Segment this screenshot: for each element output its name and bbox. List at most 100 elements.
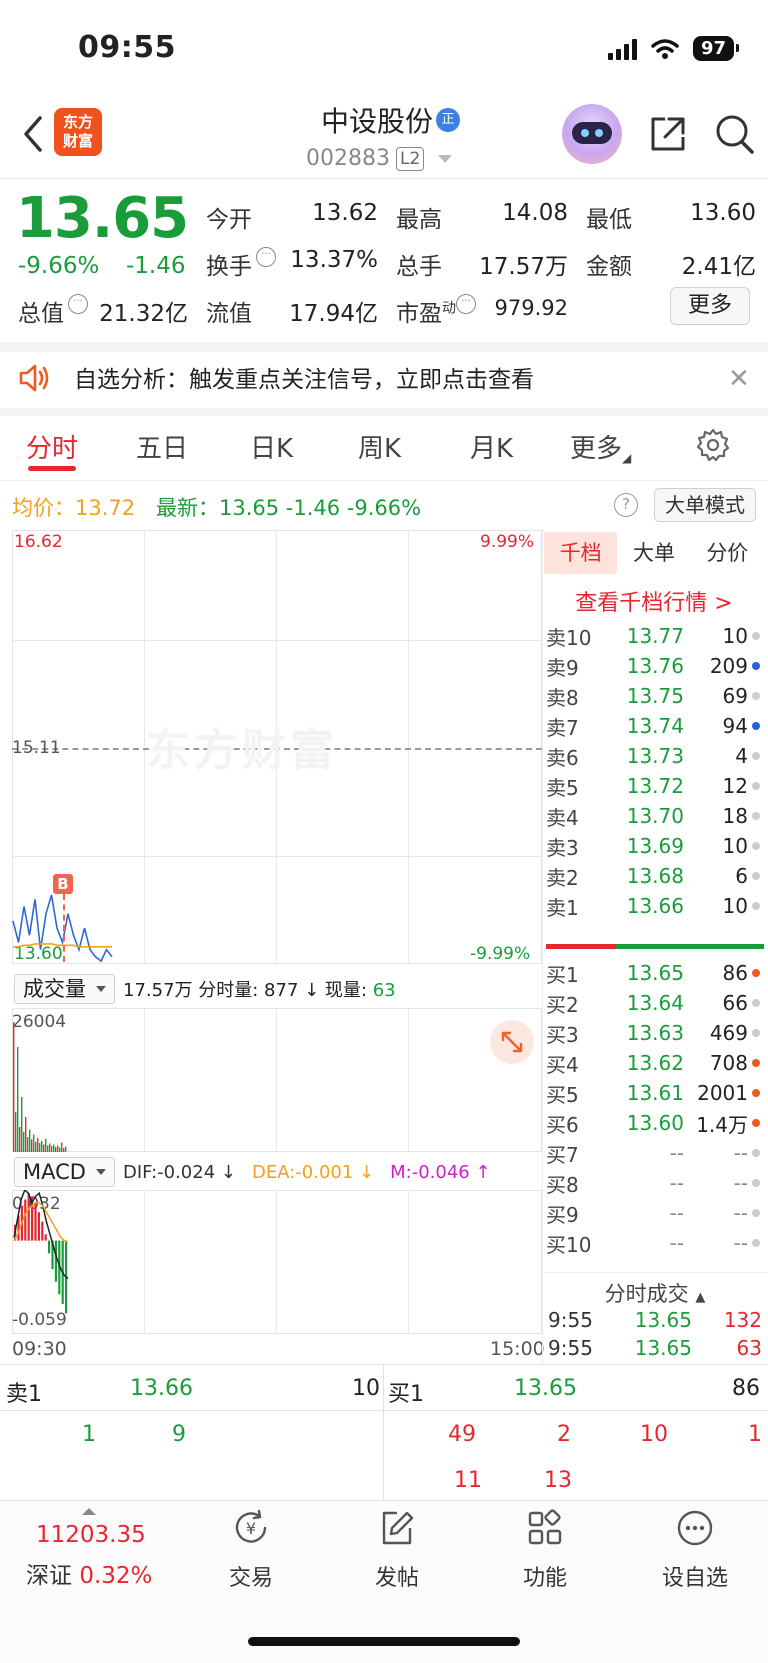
tab-intraday[interactable]: 分时 (26, 428, 78, 465)
bid-volume: 708 (709, 1051, 748, 1075)
index-expand-caret-icon[interactable] (82, 1508, 96, 1515)
info-dots-icon[interactable]: ··· (256, 247, 276, 267)
bid-price: -- (669, 1201, 684, 1225)
float-cap-label: 流值 (206, 301, 252, 327)
ask-level: 卖7 (546, 715, 579, 740)
search-icon[interactable] (714, 112, 756, 156)
order-dot-icon (752, 1209, 760, 1217)
bid-row[interactable]: 买1 13.65 86 (546, 958, 764, 988)
share-icon[interactable] (647, 113, 689, 155)
pe-value: 979.92 (494, 296, 568, 320)
bid-row[interactable]: 买9 -- -- (546, 1198, 764, 1228)
edit-icon (382, 1511, 414, 1545)
depth-tab-price-dist[interactable]: 分价 (691, 532, 764, 574)
ask-row[interactable]: 卖4 13.70 18 (546, 801, 764, 831)
order-dot-icon (752, 1179, 760, 1187)
volume-bar (29, 1129, 31, 1152)
order-dot-icon (752, 752, 760, 760)
nav-post[interactable]: 发帖 (342, 1508, 452, 1592)
tab-daily-k[interactable]: 日K (250, 428, 293, 465)
high-value: 14.08 (502, 200, 568, 226)
stock-code-selector[interactable]: 002883 L2 (306, 146, 453, 171)
order-dot-icon (752, 1119, 760, 1127)
speaker-icon (19, 364, 49, 392)
tick-volume: 132 (723, 1308, 762, 1332)
ask-level: 卖1 (546, 895, 579, 920)
ai-assistant-face-icon (572, 122, 612, 144)
bid-row[interactable]: 买5 13.61 2001 (546, 1078, 764, 1108)
ask-row[interactable]: 卖7 13.74 94 (546, 711, 764, 741)
more-quote-button[interactable]: 更多 (670, 287, 750, 325)
ask-volume: 209 (709, 654, 748, 678)
index-name[interactable]: 深证 0.32% (26, 1556, 152, 1590)
tick-time: 9:55 (548, 1336, 593, 1360)
cellular-signal-icon (607, 38, 637, 60)
view-1000-level-link[interactable]: 查看千档行情 > (544, 585, 764, 617)
bid-row[interactable]: 买4 13.62 708 (546, 1048, 764, 1078)
latest-price-summary: 最新：13.65 -1.46 -9.66% (156, 496, 422, 520)
help-icon[interactable]: ? (614, 493, 638, 517)
battery-indicator: 97 (692, 36, 740, 61)
tab-five-day[interactable]: 五日 (136, 428, 188, 465)
order-dot-icon (752, 692, 760, 700)
ask-row[interactable]: 卖6 13.73 4 (546, 741, 764, 771)
volume-bar (31, 1139, 33, 1152)
nav-functions[interactable]: 功能 (490, 1508, 600, 1592)
more-dots-icon (677, 1510, 713, 1546)
ask-price: 13.72 (626, 774, 684, 798)
ask-level: 卖8 (546, 685, 579, 710)
bid-row[interactable]: 买2 13.64 66 (546, 988, 764, 1018)
gear-icon[interactable] (696, 428, 730, 462)
bid-row[interactable]: 买6 13.60 1.4万 (546, 1108, 764, 1138)
ask-row[interactable]: 卖5 13.72 12 (546, 771, 764, 801)
volume-bar (41, 1141, 43, 1152)
macd-histogram-bar (24, 1199, 27, 1241)
tab-weekly-k[interactable]: 周K (358, 428, 401, 465)
bid-row[interactable]: 买8 -- -- (546, 1168, 764, 1198)
ask-volume: 4 (735, 744, 748, 768)
ask-row[interactable]: 卖2 13.68 6 (546, 861, 764, 891)
bid-row[interactable]: 买7 -- -- (546, 1138, 764, 1168)
depth-tab-big-order[interactable]: 大单 (617, 532, 690, 574)
depth-divider (542, 530, 543, 1364)
nav-add-watchlist[interactable]: 设自选 (640, 1508, 750, 1592)
ask-price: 13.77 (626, 624, 684, 648)
high-label: 最高 (396, 207, 442, 233)
volume-bar (49, 1143, 51, 1152)
tab-more[interactable]: 更多◢ (570, 428, 631, 465)
bid-queue-item: 10 (640, 1422, 668, 1447)
big-order-mode-button[interactable]: 大单模式 (654, 488, 756, 522)
ask-row[interactable]: 卖3 13.69 10 (546, 831, 764, 861)
alert-text: 自选分析：触发重点关注信号，立即点击查看 (74, 367, 534, 393)
tab-monthly-k[interactable]: 月K (470, 428, 513, 465)
dropdown-caret-icon (438, 154, 453, 163)
depth-tab-1000[interactable]: 千档 (544, 532, 618, 574)
ask-row[interactable]: 卖1 13.66 10 (546, 891, 764, 921)
ask-row[interactable]: 卖10 13.77 10 (546, 621, 764, 651)
bid-level: 买7 (546, 1142, 579, 1167)
close-icon[interactable]: ✕ (728, 364, 750, 394)
expand-chart-button[interactable] (490, 1020, 534, 1064)
index-value[interactable]: 11203.35 (36, 1522, 146, 1548)
info-dots-icon[interactable]: ··· (68, 294, 88, 314)
volume-bar (59, 1147, 61, 1152)
info-dots-icon[interactable]: ··· (456, 294, 476, 314)
bid-ask-ratio-bar (546, 944, 764, 949)
tick-trades-header[interactable]: 分时成交 ▲ (546, 1278, 764, 1308)
volume-bar (27, 1137, 29, 1152)
tick-price: 13.65 (634, 1336, 692, 1360)
order-dot-icon (752, 1239, 760, 1247)
bid-row[interactable]: 买10 -- -- (546, 1228, 764, 1258)
bid-price: 13.61 (626, 1081, 684, 1105)
buy-marker-icon[interactable]: B (53, 874, 73, 894)
nav-trade[interactable]: ¥ 交易 (196, 1508, 306, 1592)
ask-row[interactable]: 卖8 13.75 69 (546, 681, 764, 711)
volume-bar (53, 1144, 55, 1152)
bid-row[interactable]: 买3 13.63 469 (546, 1018, 764, 1048)
macd-indicator-dropdown[interactable]: MACD (14, 1157, 115, 1187)
order-dot-icon (752, 902, 760, 910)
volume-bar (17, 1047, 19, 1152)
volume-indicator-dropdown[interactable]: 成交量 (14, 974, 115, 1004)
ask-row[interactable]: 卖9 13.76 209 (546, 651, 764, 681)
strip-ask1-vol: 10 (352, 1376, 380, 1401)
